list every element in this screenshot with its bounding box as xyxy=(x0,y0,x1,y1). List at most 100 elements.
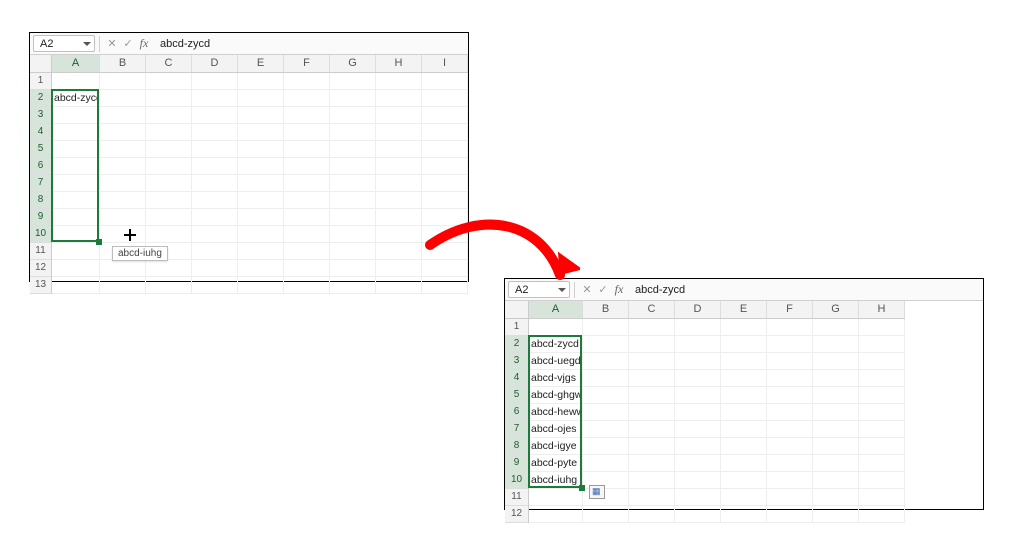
cell-D11[interactable] xyxy=(192,243,238,259)
col-header-D[interactable]: D xyxy=(192,55,238,72)
cell-B2[interactable] xyxy=(583,336,629,352)
row-header-7[interactable]: 7 xyxy=(30,175,51,192)
cell-E3[interactable] xyxy=(721,353,767,369)
cell-G5[interactable] xyxy=(330,141,376,157)
cell-A11[interactable] xyxy=(529,489,583,505)
cell-G8[interactable] xyxy=(330,192,376,208)
cell-G1[interactable] xyxy=(813,319,859,335)
formula-bar[interactable]: abcd-zycd xyxy=(160,38,210,50)
cell-A1[interactable] xyxy=(529,319,583,335)
name-box[interactable]: A2 xyxy=(33,35,95,52)
cell-C6[interactable] xyxy=(629,404,675,420)
row-header-5[interactable]: 5 xyxy=(505,387,528,404)
cell-C13[interactable] xyxy=(146,277,192,293)
cell-H7[interactable] xyxy=(376,175,422,191)
cell-G1[interactable] xyxy=(330,73,376,89)
cell-G6[interactable] xyxy=(330,158,376,174)
cancel-icon[interactable] xyxy=(579,282,595,298)
cell-C12[interactable] xyxy=(629,506,675,522)
cell-A3[interactable]: abcd-uegd xyxy=(529,353,583,369)
cell-H9[interactable] xyxy=(859,455,905,471)
cell-A7[interactable] xyxy=(52,175,100,191)
row-header-7[interactable]: 7 xyxy=(505,421,528,438)
cell-G6[interactable] xyxy=(813,404,859,420)
cell-E4[interactable] xyxy=(721,370,767,386)
cell-F12[interactable] xyxy=(767,506,813,522)
cell-G3[interactable] xyxy=(813,353,859,369)
cell-F2[interactable] xyxy=(284,90,330,106)
row-header-9[interactable]: 9 xyxy=(30,209,51,226)
fx-icon[interactable]: fx xyxy=(136,36,152,52)
cell-A4[interactable] xyxy=(52,124,100,140)
cell-D8[interactable] xyxy=(192,192,238,208)
select-all-corner[interactable] xyxy=(30,55,52,73)
cell-H2[interactable] xyxy=(859,336,905,352)
cell-G2[interactable] xyxy=(330,90,376,106)
row-header-12[interactable]: 12 xyxy=(30,260,51,277)
cell-I3[interactable] xyxy=(422,107,468,123)
cell-C10[interactable] xyxy=(629,472,675,488)
cell-F3[interactable] xyxy=(767,353,813,369)
cell-C11[interactable] xyxy=(629,489,675,505)
cell-B7[interactable] xyxy=(583,421,629,437)
cell-D2[interactable] xyxy=(675,336,721,352)
cell-H1[interactable] xyxy=(859,319,905,335)
cell-I13[interactable] xyxy=(422,277,468,293)
cell-C1[interactable] xyxy=(629,319,675,335)
cell-D9[interactable] xyxy=(675,455,721,471)
cell-G9[interactable] xyxy=(330,209,376,225)
col-header-D[interactable]: D xyxy=(675,301,721,318)
cell-D6[interactable] xyxy=(675,404,721,420)
cell-C3[interactable] xyxy=(146,107,192,123)
cell-F9[interactable] xyxy=(284,209,330,225)
cancel-icon[interactable] xyxy=(104,36,120,52)
cell-E2[interactable] xyxy=(721,336,767,352)
col-header-G[interactable]: G xyxy=(330,55,376,72)
flash-fill-options-icon[interactable] xyxy=(589,485,605,499)
cell-D4[interactable] xyxy=(192,124,238,140)
cell-C12[interactable] xyxy=(146,260,192,276)
cell-H12[interactable] xyxy=(859,506,905,522)
cell-A12[interactable] xyxy=(529,506,583,522)
cell-H4[interactable] xyxy=(859,370,905,386)
cell-E12[interactable] xyxy=(721,506,767,522)
cell-B13[interactable] xyxy=(100,277,146,293)
col-header-B[interactable]: B xyxy=(583,301,629,318)
cell-H13[interactable] xyxy=(376,277,422,293)
cell-C2[interactable] xyxy=(629,336,675,352)
cell-F9[interactable] xyxy=(767,455,813,471)
cell-E3[interactable] xyxy=(238,107,284,123)
row-header-12[interactable]: 12 xyxy=(505,506,528,523)
cell-E10[interactable] xyxy=(721,472,767,488)
cell-F6[interactable] xyxy=(284,158,330,174)
cell-D6[interactable] xyxy=(192,158,238,174)
cell-D10[interactable] xyxy=(192,226,238,242)
cell-B8[interactable] xyxy=(583,438,629,454)
cell-F4[interactable] xyxy=(284,124,330,140)
row-header-3[interactable]: 3 xyxy=(30,107,51,124)
cell-I2[interactable] xyxy=(422,90,468,106)
cell-I10[interactable] xyxy=(422,226,468,242)
cell-A11[interactable] xyxy=(52,243,100,259)
cell-I6[interactable] xyxy=(422,158,468,174)
select-all-corner[interactable] xyxy=(505,301,529,319)
cell-A1[interactable] xyxy=(52,73,100,89)
col-header-G[interactable]: G xyxy=(813,301,859,318)
cell-H6[interactable] xyxy=(859,404,905,420)
cell-B9[interactable] xyxy=(583,455,629,471)
row-header-8[interactable]: 8 xyxy=(505,438,528,455)
row-header-2[interactable]: 2 xyxy=(505,336,528,353)
cell-A2[interactable]: abcd-zycd xyxy=(52,90,100,106)
cell-I1[interactable] xyxy=(422,73,468,89)
cell-C8[interactable] xyxy=(146,192,192,208)
cell-H12[interactable] xyxy=(376,260,422,276)
cell-B12[interactable] xyxy=(100,260,146,276)
fill-handle[interactable] xyxy=(579,485,585,491)
cell-D7[interactable] xyxy=(192,175,238,191)
cell-E2[interactable] xyxy=(238,90,284,106)
cell-G11[interactable] xyxy=(330,243,376,259)
cell-A2[interactable]: abcd-zycd xyxy=(529,336,583,352)
cell-F1[interactable] xyxy=(767,319,813,335)
cell-D8[interactable] xyxy=(675,438,721,454)
cell-E6[interactable] xyxy=(238,158,284,174)
